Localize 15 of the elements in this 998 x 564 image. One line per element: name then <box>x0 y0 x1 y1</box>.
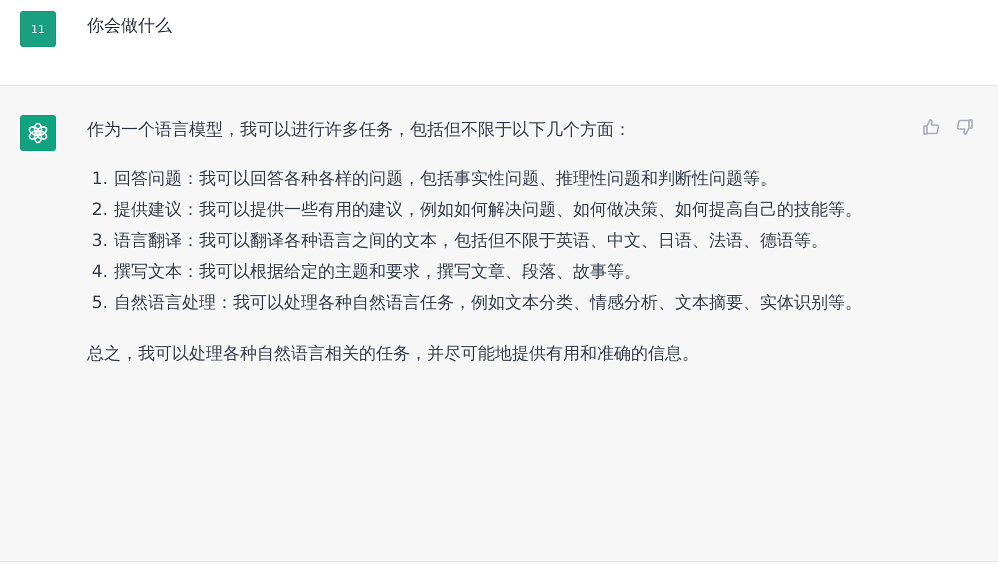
list-item-text: 提供建议：我可以提供一些有用的建议，例如如何解决问题、如何做决策、如何提高自己的技能等。 <box>114 199 863 222</box>
list-item-text: 语言翻译：我可以翻译各种语言之间的文本，包括但不限于英语、中文、日语、法语、德语等。 <box>114 230 829 253</box>
user-message: 你会做什么 <box>87 15 172 38</box>
list-item-text: 回答问题：我可以回答各种各样的问题，包括事实性问题、推理性问题和判断性问题等。 <box>114 168 778 191</box>
message-paragraph: 作为一个语言模型，我可以进行许多任务，包括但不限于以下几个方面： <box>87 119 632 142</box>
list-number: 5. <box>90 292 109 315</box>
user-avatar: 11 <box>20 11 56 47</box>
list-number: 2. <box>90 199 109 222</box>
message-paragraph: 总之，我可以处理各种自然语言相关的任务，并尽可能地提供有用和准确的信息。 <box>87 343 700 366</box>
list-number: 1. <box>90 168 109 191</box>
list-item-text: 自然语言处理：我可以处理各种自然语言任务，例如文本分类、情感分析、文本摘要、实体识别等。 <box>114 292 863 315</box>
knot-icon <box>26 121 50 145</box>
list-item-text: 撰写文本：我可以根据给定的主题和要求，撰写文章、段落、故事等。 <box>114 261 642 284</box>
list-number: 4. <box>90 261 109 284</box>
list-number: 3. <box>90 230 109 253</box>
